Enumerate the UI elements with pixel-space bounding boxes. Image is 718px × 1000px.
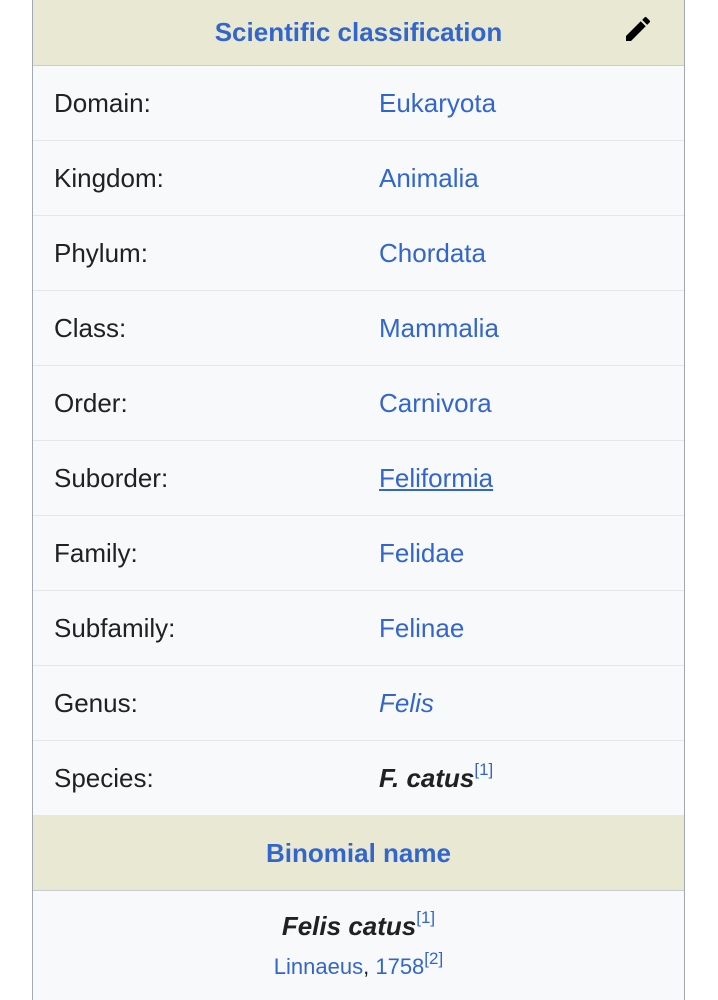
rank-value-link[interactable]: Chordata xyxy=(379,238,486,269)
classification-title[interactable]: Scientific classification xyxy=(215,17,503,48)
rank-value-link[interactable]: Felinae xyxy=(379,613,464,644)
reference-link[interactable]: [2] xyxy=(424,949,443,968)
binomial-authority: Linnaeus, 1758[2] xyxy=(33,950,684,980)
reference-link[interactable]: [1] xyxy=(474,760,493,779)
rank-label: Subfamily: xyxy=(54,612,176,643)
rank-label: Kingdom: xyxy=(54,162,164,193)
rank-row-kingdom: Kingdom: Animalia xyxy=(33,141,684,216)
rank-row-domain: Domain: Eukaryota xyxy=(33,66,684,141)
rank-value-link[interactable]: Felidae xyxy=(379,538,464,569)
rank-row-class: Class: Mammalia xyxy=(33,291,684,366)
pencil-icon[interactable] xyxy=(622,13,654,45)
rank-label: Genus: xyxy=(54,687,138,718)
rank-value-link[interactable]: Carnivora xyxy=(379,388,492,419)
rank-row-phylum: Phylum: Chordata xyxy=(33,216,684,291)
rank-value-link[interactable]: Eukaryota xyxy=(379,88,496,119)
rank-label: Order: xyxy=(54,387,128,418)
rank-row-order: Order: Carnivora xyxy=(33,366,684,441)
rank-value-link[interactable]: Felis xyxy=(379,688,434,719)
binomial-title[interactable]: Binomial name xyxy=(266,838,451,869)
species-value: F. catus[1] xyxy=(379,760,493,794)
rank-value-link[interactable]: Animalia xyxy=(379,163,479,194)
rank-row-suborder: Suborder: Feliformia xyxy=(33,441,684,516)
rank-label: Suborder: xyxy=(54,462,169,493)
rank-label: Species: xyxy=(54,762,154,793)
rank-label: Family: xyxy=(54,537,138,568)
binomial-header: Binomial name xyxy=(33,816,684,891)
rank-value-link[interactable]: Mammalia xyxy=(379,313,499,344)
species-name: F. catus xyxy=(379,762,475,793)
rank-label: Phylum: xyxy=(54,237,148,268)
binomial-block: Felis catus[1] Linnaeus, 1758[2] xyxy=(33,891,684,1000)
authority-separator: , xyxy=(363,954,376,979)
rank-label: Class: xyxy=(54,312,127,343)
rank-row-subfamily: Subfamily: Felinae xyxy=(33,591,684,666)
year-link[interactable]: 1758 xyxy=(375,954,424,979)
author-link[interactable]: Linnaeus xyxy=(274,954,363,979)
taxobox: Scientific classification Domain: Eukary… xyxy=(32,0,685,1000)
rank-value-link[interactable]: Feliformia xyxy=(379,463,493,494)
binomial-name-text: Felis catus xyxy=(281,911,417,941)
rank-row-family: Family: Felidae xyxy=(33,516,684,591)
rank-row-species: Species: F. catus[1] xyxy=(33,741,684,816)
classification-header: Scientific classification xyxy=(33,0,684,66)
rank-label: Domain: xyxy=(54,87,151,118)
rank-row-genus: Genus: Felis xyxy=(33,666,684,741)
binomial-name: Felis catus[1] xyxy=(33,908,684,942)
reference-link[interactable]: [1] xyxy=(416,908,435,927)
